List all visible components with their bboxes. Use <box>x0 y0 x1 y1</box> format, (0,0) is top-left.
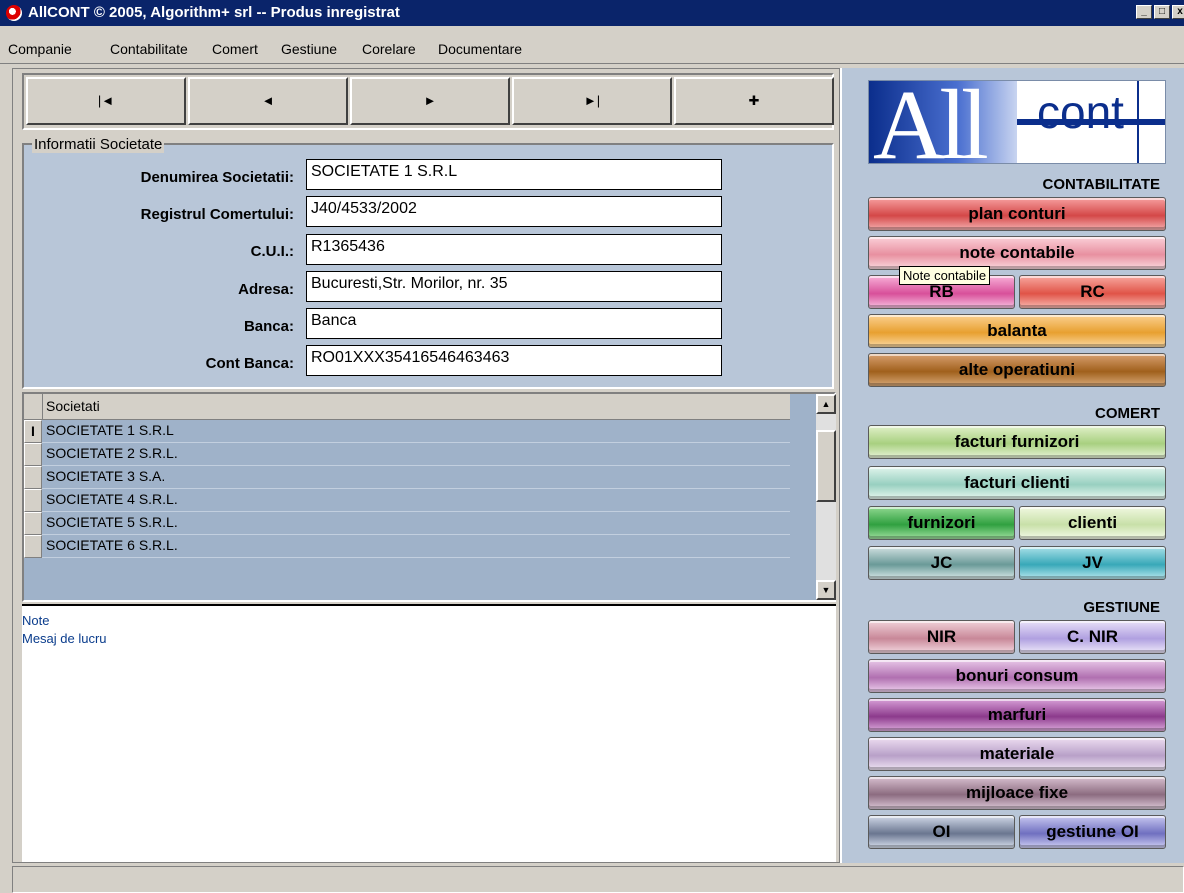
current-row-indicator: I <box>24 420 42 443</box>
cont-banca-field[interactable]: RO01XXX35416546463463 <box>306 345 722 376</box>
grid-scrollbar[interactable]: ▲ ▼ <box>816 394 836 600</box>
table-row[interactable]: I SOCIETATE 1 S.R.L <box>24 420 790 443</box>
section-contabilitate: CONTABILITATE <box>1042 176 1160 193</box>
next-record-button[interactable]: ► <box>350 77 510 125</box>
section-comert: COMERT <box>1095 405 1160 422</box>
row-indicator <box>24 489 42 512</box>
row-indicator <box>24 535 42 558</box>
bonuri-consum-button[interactable]: bonuri consum <box>868 659 1166 693</box>
banca-field[interactable]: Banca <box>306 308 722 339</box>
scroll-up-icon[interactable]: ▲ <box>816 394 836 414</box>
menu-documentare[interactable]: Documentare <box>438 41 522 57</box>
record-navigator: |◄ ◄ ► ►| ✚ <box>22 73 834 130</box>
c-nir-button[interactable]: C. NIR <box>1019 620 1166 654</box>
notes-message: Mesaj de lucru <box>22 631 107 646</box>
column-header-societati[interactable]: Societati <box>42 394 790 419</box>
clienti-button[interactable]: clienti <box>1019 506 1166 540</box>
facturi-furnizori-button[interactable]: facturi furnizori <box>868 425 1166 459</box>
notes-label: Note <box>22 613 50 628</box>
grid-cell[interactable]: SOCIETATE 5 S.R.L. <box>42 512 790 535</box>
marfuri-button[interactable]: marfuri <box>868 698 1166 732</box>
last-record-button[interactable]: ►| <box>512 77 672 125</box>
logo-cont-text: cont <box>1037 86 1124 138</box>
cui-field[interactable]: R1365436 <box>306 234 722 265</box>
menu-gestiune[interactable]: Gestiune <box>281 41 337 57</box>
jv-button[interactable]: JV <box>1019 546 1166 580</box>
tooltip: Note contabile <box>899 266 991 285</box>
status-bar <box>12 866 1184 893</box>
row-indicator <box>24 466 42 489</box>
denumire-field[interactable]: SOCIETATE 1 S.R.L <box>306 159 722 190</box>
minimize-button[interactable]: _ <box>1136 5 1152 19</box>
table-row[interactable]: SOCIETATE 3 S.A. <box>24 466 790 489</box>
registru-field[interactable]: J40/4533/2002 <box>306 196 722 227</box>
menu-companie[interactable]: Companie <box>8 41 72 57</box>
add-record-button[interactable]: ✚ <box>674 77 834 125</box>
prev-record-button[interactable]: ◄ <box>188 77 348 125</box>
gestiune-oi-button[interactable]: gestiune OI <box>1019 815 1166 849</box>
label-denumire: Denumirea Societatii: <box>140 169 294 186</box>
menu-contabilitate[interactable]: Contabilitate <box>110 41 188 57</box>
label-registru: Registrul Comertului: <box>140 206 294 223</box>
maximize-button[interactable]: □ <box>1154 5 1170 19</box>
group-legend: Informatii Societate <box>32 136 165 153</box>
furnizori-button[interactable]: furnizori <box>868 506 1015 540</box>
companies-grid: Societati I SOCIETATE 1 S.R.L SOCIETATE … <box>22 392 836 602</box>
app-icon[interactable] <box>6 5 22 21</box>
scroll-thumb[interactable] <box>816 430 836 502</box>
label-cui: C.U.I.: <box>250 243 294 260</box>
table-row[interactable]: SOCIETATE 4 S.R.L. <box>24 489 790 512</box>
title-bar: AllCONT © 2005, Algorithm+ srl -- Produs… <box>0 0 1184 26</box>
allcont-logo: All cont <box>868 80 1166 164</box>
first-record-button[interactable]: |◄ <box>26 77 186 125</box>
label-adresa: Adresa: <box>238 281 294 298</box>
grid-cell[interactable]: SOCIETATE 3 S.A. <box>42 466 790 489</box>
table-row[interactable]: SOCIETATE 2 S.R.L. <box>24 443 790 466</box>
adresa-field[interactable]: Bucuresti,Str. Morilor, nr. 35 <box>306 271 722 302</box>
section-gestiune: GESTIUNE <box>1083 599 1160 616</box>
row-indicator <box>24 443 42 466</box>
label-banca: Banca: <box>243 318 294 335</box>
grid-cell[interactable]: SOCIETATE 1 S.R.L <box>42 420 790 443</box>
note-contabile-button[interactable]: note contabile <box>868 236 1166 270</box>
scroll-down-icon[interactable]: ▼ <box>816 580 836 600</box>
mijloace-fixe-button[interactable]: mijloace fixe <box>868 776 1166 810</box>
logo-vline <box>1137 81 1139 163</box>
grid-cell[interactable]: SOCIETATE 4 S.R.L. <box>42 489 790 512</box>
alte-operatiuni-button[interactable]: alte operatiuni <box>868 353 1166 387</box>
nir-button[interactable]: NIR <box>868 620 1015 654</box>
rc-button[interactable]: RC <box>1019 275 1166 309</box>
plan-conturi-button[interactable]: plan conturi <box>868 197 1166 231</box>
menu-corelare[interactable]: Corelare <box>362 41 416 57</box>
label-cont-banca: Cont Banca: <box>205 355 294 372</box>
logo-all-text: All <box>873 80 989 164</box>
table-row[interactable]: SOCIETATE 5 S.R.L. <box>24 512 790 535</box>
grid-cell[interactable]: SOCIETATE 6 S.R.L. <box>42 535 790 558</box>
company-info-group: Informatii Societate Denumirea Societati… <box>22 136 834 389</box>
oi-button[interactable]: OI <box>868 815 1015 849</box>
row-indicator <box>24 512 42 535</box>
jc-button[interactable]: JC <box>868 546 1015 580</box>
grid-cell[interactable]: SOCIETATE 2 S.R.L. <box>42 443 790 466</box>
materiale-button[interactable]: materiale <box>868 737 1166 771</box>
balanta-button[interactable]: balanta <box>868 314 1166 348</box>
window-title: AllCONT © 2005, Algorithm+ srl -- Produs… <box>28 4 400 21</box>
notes-area[interactable]: Note Mesaj de lucru <box>22 604 836 862</box>
menu-bar: Companie Contabilitate Comert Gestiune C… <box>0 26 1184 64</box>
menu-comert[interactable]: Comert <box>212 41 258 57</box>
facturi-clienti-button[interactable]: facturi clienti <box>868 466 1166 500</box>
grid-header: Societati <box>24 394 790 420</box>
table-row[interactable]: SOCIETATE 6 S.R.L. <box>24 535 790 558</box>
close-button[interactable]: x <box>1172 5 1184 19</box>
